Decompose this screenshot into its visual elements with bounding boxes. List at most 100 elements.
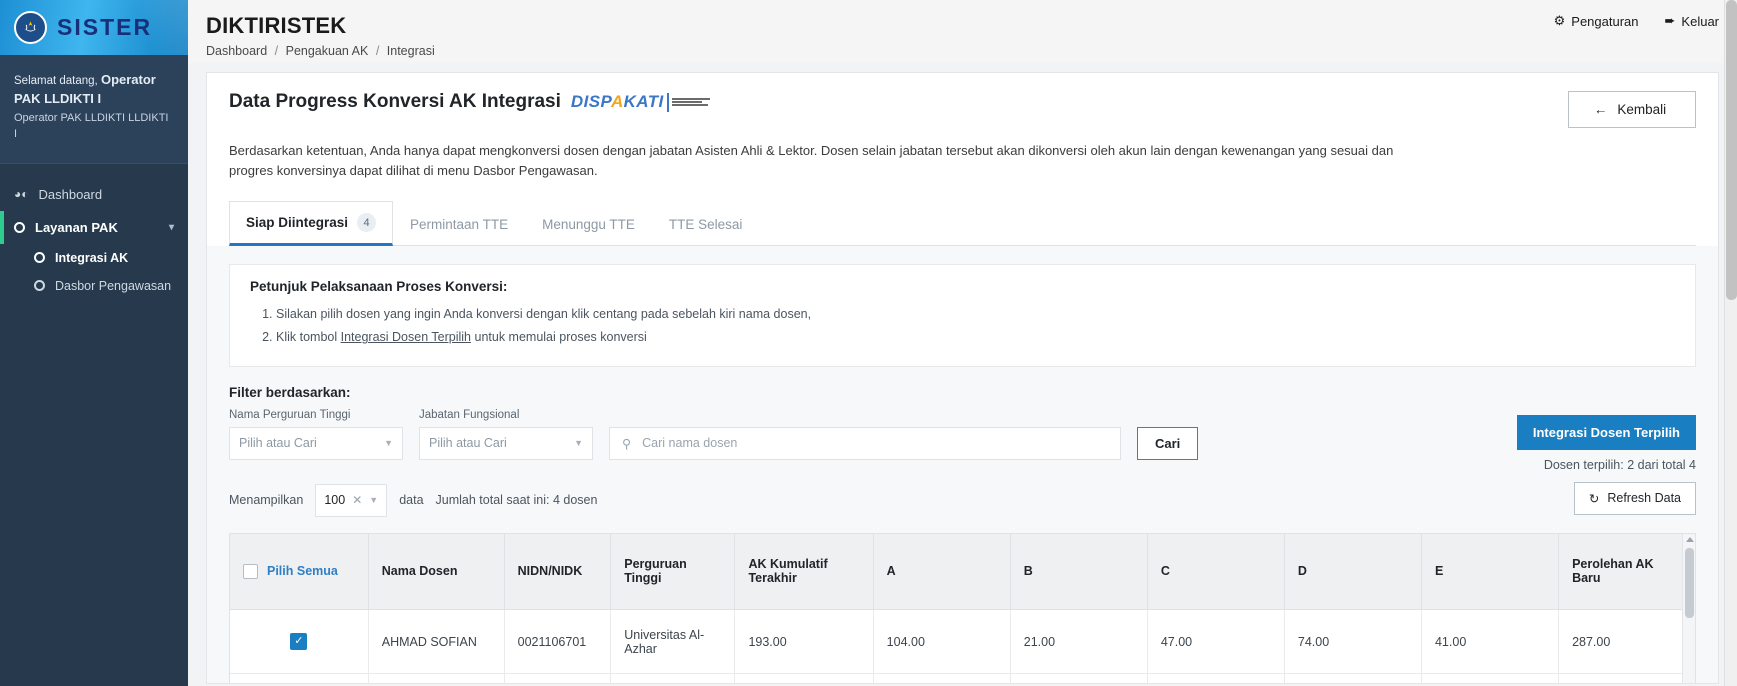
clear-icon[interactable]: ✕: [352, 493, 362, 507]
instructions-box: Petunjuk Pelaksanaan Proses Konversi: Si…: [229, 264, 1696, 367]
top-right-actions: ⚙ Pengaturan ➨ Keluar: [1554, 13, 1719, 29]
circle-icon: [34, 280, 45, 292]
tab-label: Permintaan TTE: [410, 216, 509, 232]
cell-e: [1421, 673, 1560, 683]
chevron-down-icon: ▼: [574, 438, 583, 449]
search-icon: ⚲: [622, 436, 632, 451]
sidebar-nav: ◕◐ Dashboard Layanan PAK ▾ Integrasi AK …: [0, 164, 188, 686]
brand-name: SISTER: [57, 14, 153, 40]
integrate-selected-button[interactable]: Integrasi Dosen Terpilih: [1516, 414, 1696, 450]
row-checkbox[interactable]: ✓: [290, 633, 308, 651]
jabatan-fungsional-select[interactable]: Pilih atau Cari ▼: [419, 426, 593, 460]
select-all-checkbox[interactable]: [243, 563, 258, 579]
logout-button[interactable]: ➨ Keluar: [1665, 13, 1719, 29]
cell-a: 104.00: [873, 609, 1011, 675]
dispakati-logo: DISPAKATI: [571, 92, 710, 112]
panel-description: Berdasarkan ketentuan, Anda hanya dapat …: [229, 143, 1394, 179]
welcome-role: Operator PAK LLDIKTI LLDIKTI I: [14, 111, 169, 140]
cell-d: [1284, 673, 1422, 683]
column-b: B: [1010, 533, 1148, 611]
column-a: A: [873, 533, 1011, 611]
search-input-placeholder: Cari nama dosen: [642, 436, 738, 451]
table-controls: Menampilkan 100 ✕ ▼ data Jumlah total sa…: [229, 460, 1696, 517]
showing-label: Menampilkan: [229, 493, 304, 508]
cell-perolehan-ak-baru: [1558, 673, 1695, 683]
content-card: Data Progress Konversi AK Integrasi DISP…: [206, 72, 1719, 684]
scroll-up-arrow-icon[interactable]: [1686, 536, 1694, 542]
tab-panel: Petunjuk Pelaksanaan Proses Konversi: Si…: [207, 246, 1718, 683]
welcome-block: Selamat datang, Operator PAK LLDIKTI I O…: [0, 55, 188, 164]
cell-b: 21.00: [1010, 609, 1148, 675]
breadcrumb-item-integrasi[interactable]: Integrasi: [387, 44, 435, 58]
refresh-data-button[interactable]: ↻ Refresh Data: [1573, 481, 1696, 515]
panel-top: Data Progress Konversi AK Integrasi DISP…: [207, 73, 1718, 247]
filter-group-jabatan-fungsional: Jabatan Fungsional Pilih atau Cari ▼: [419, 409, 593, 460]
page-scrollbar-thumb[interactable]: [1726, 0, 1737, 300]
page-size-value: 100: [324, 493, 346, 508]
panel-title-row: Data Progress Konversi AK Integrasi DISP…: [229, 91, 710, 113]
table-vertical-scrollbar[interactable]: [1682, 533, 1695, 683]
breadcrumb-item-dashboard[interactable]: Dashboard: [206, 44, 267, 58]
cell-d: 74.00: [1284, 609, 1422, 675]
search-input-wrapper[interactable]: ⚲ Cari nama dosen: [609, 426, 1121, 460]
sidebar-subitem-label: Dasbor Pengawasan: [55, 278, 172, 293]
tab-permintaan-tte[interactable]: Permintaan TTE: [393, 201, 525, 246]
dispakati-logo-text: DISPAKATI: [570, 92, 664, 111]
sidebar-item-dasbor-pengawasan[interactable]: Dasbor Pengawasan: [12, 272, 188, 300]
page-scrollbar[interactable]: [1724, 0, 1737, 686]
page-size-select[interactable]: 100 ✕ ▼: [315, 483, 388, 517]
select-all-label: Pilih Semua: [267, 564, 338, 579]
filter-heading: Filter berdasarkan:: [229, 384, 351, 400]
tab-tte-selesai[interactable]: TTE Selesai: [652, 201, 760, 246]
instruction-prefix: Klik tombol: [276, 330, 341, 345]
sidebar-subitem-label: Integrasi AK: [55, 250, 129, 265]
top-header: DIKTIRISTEK Dashboard / Pengakuan AK / I…: [188, 0, 1737, 63]
sidebar: SISTER Selamat datang, Operator PAK LLDI…: [0, 0, 188, 686]
refresh-icon: ↻: [1588, 491, 1600, 506]
table-header: Pilih Semua Nama Dosen NIDN/NIDK Perguru…: [230, 533, 1695, 611]
dispakati-divider: [666, 92, 669, 112]
column-ak-kumulatif: AK Kumulatif Terakhir: [734, 533, 874, 611]
settings-button[interactable]: ⚙ Pengaturan: [1554, 13, 1639, 29]
instruction-suffix: untuk memulai proses konversi: [471, 330, 647, 345]
tab-label: Siap Diintegrasi: [246, 215, 349, 231]
logout-label: Keluar: [1681, 13, 1719, 29]
cell-perolehan-ak-baru: 287.00: [1558, 609, 1695, 675]
dispakati-subtext: [671, 98, 710, 106]
sidebar-item-dashboard[interactable]: ◕◐ Dashboard: [0, 178, 188, 211]
back-button[interactable]: ← Kembali: [1568, 91, 1696, 128]
column-select-all: Pilih Semua: [230, 533, 369, 611]
filter-label-perguruan-tinggi: Nama Perguruan Tinggi: [229, 408, 351, 421]
cell-nama-dosen: [368, 673, 505, 683]
table-header-row: Pilih Semua Nama Dosen NIDN/NIDK Perguru…: [230, 533, 1695, 611]
tut-wuri-handayani-logo: [14, 11, 47, 44]
breadcrumb-item-pengakuan-ak[interactable]: Pengakuan AK: [286, 44, 369, 58]
column-e: E: [1421, 533, 1560, 611]
app-root: SISTER Selamat datang, Operator PAK LLDI…: [0, 0, 1737, 686]
table-row[interactable]: [230, 673, 1695, 683]
sidebar-item-layanan-pak[interactable]: Layanan PAK ▾: [0, 210, 188, 244]
chevron-down-icon: ▼: [384, 438, 393, 449]
instruction-link[interactable]: Integrasi Dosen Terpilih: [341, 330, 471, 344]
tab-menunggu-tte[interactable]: Menunggu TTE: [525, 201, 652, 246]
sidebar-item-integrasi-ak[interactable]: Integrasi AK: [12, 244, 188, 272]
cell-nidn: [504, 673, 612, 683]
search-button[interactable]: Cari: [1137, 426, 1199, 460]
page-title: DIKTIRISTEK: [206, 13, 347, 38]
perguruan-tinggi-select[interactable]: Pilih atau Cari ▼: [229, 426, 403, 460]
main-area: DIKTIRISTEK Dashboard / Pengakuan AK / I…: [188, 0, 1737, 686]
circle-icon: [14, 221, 25, 233]
filter-section: Filter berdasarkan: Nama Perguruan Tingg…: [229, 367, 1696, 472]
column-perguruan-tinggi: Perguruan Tinggi: [610, 533, 736, 611]
gear-icon: ⚙: [1553, 13, 1566, 28]
refresh-label: Refresh Data: [1607, 491, 1681, 506]
row-checkbox-cell: ✓: [230, 609, 369, 675]
tab-count-badge: 4: [357, 213, 377, 233]
instructions-heading: Petunjuk Pelaksanaan Proses Konversi:: [250, 279, 508, 295]
column-perolehan-ak-baru: Perolehan AK Baru: [1558, 533, 1695, 611]
scrollbar-thumb[interactable]: [1685, 547, 1694, 618]
table-row[interactable]: ✓ AHMAD SOFIAN 0021106701 Universitas Al…: [230, 609, 1695, 675]
column-d: D: [1284, 533, 1422, 611]
instruction-item: Silakan pilih dosen yang ingin Anda konv…: [276, 303, 1675, 326]
tab-siap-diintegrasi[interactable]: Siap Diintegrasi 4: [229, 201, 394, 247]
